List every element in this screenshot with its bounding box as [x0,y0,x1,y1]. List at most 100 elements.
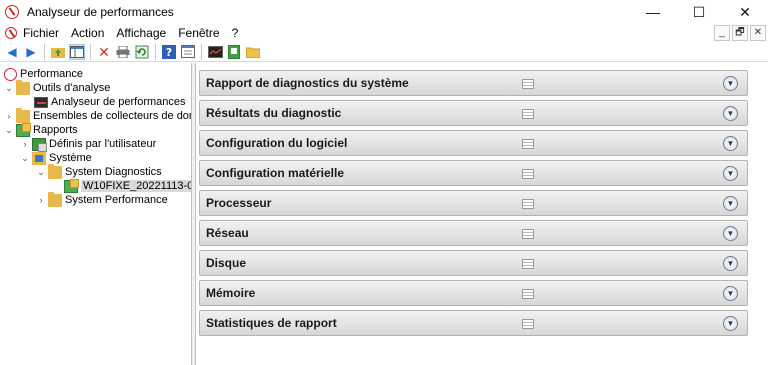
window-title: Analyseur de performances [27,5,174,19]
section-title: Rapport de diagnostics du système [206,76,409,90]
tree-label: Rapports [33,124,78,136]
chevron-down-icon[interactable]: ▼ [723,196,738,211]
chevron-right-icon[interactable]: › [20,139,30,149]
section-title: Mémoire [206,286,256,300]
monitor-icon[interactable] [207,44,223,60]
close-button[interactable]: ✕ [722,0,768,24]
maximize-button[interactable]: ☐ [676,0,722,24]
tree-item-system-performance[interactable]: › System Performance [36,191,168,207]
tree-label: Définis par l'utilisateur [49,138,157,150]
chevron-right-icon[interactable]: › [4,111,14,121]
menu-action[interactable]: Action [65,26,110,40]
section-statistiques-rapport[interactable]: Statistiques de rapport ▼ [199,310,748,336]
section-configuration-materielle[interactable]: Configuration matérielle ▼ [199,160,748,186]
up-folder-icon[interactable] [50,44,66,60]
toolbar-separator [44,43,45,60]
section-title: Disque [206,256,247,270]
chevron-down-icon[interactable]: ▼ [723,316,738,331]
forward-arrow-icon[interactable]: ▶ [23,44,39,60]
chevron-down-icon[interactable]: ▼ [723,106,738,121]
tree-label: System Diagnostics [65,166,162,178]
performance-monitor-app-icon [5,5,19,19]
report-content: Rapport de diagnostics du système ▼ Résu… [197,63,768,365]
delete-icon[interactable]: ✕ [96,44,112,60]
print-icon[interactable] [115,44,131,60]
tree-item-system-diagnostics[interactable]: ⌄ System Diagnostics [36,163,162,179]
chevron-down-icon[interactable]: ⌄ [20,153,30,164]
tree-item-ensembles[interactable]: › Ensembles de collecteurs de données [4,107,191,123]
back-arrow-icon[interactable]: ◀ [4,44,20,60]
section-reseau[interactable]: Réseau ▼ [199,220,748,246]
system-folder-icon [32,151,46,165]
tree-label: System Performance [65,194,168,206]
chevron-down-icon[interactable]: ▼ [723,136,738,151]
section-configuration-logiciel[interactable]: Configuration du logiciel ▼ [199,130,748,156]
system-menu-icon[interactable] [5,27,17,39]
section-title: Statistiques de rapport [206,316,337,330]
menu-help[interactable]: ? [226,26,245,40]
tree-item-analyseur[interactable]: Analyseur de performances [34,95,186,109]
chevron-down-icon[interactable]: ▼ [723,166,738,181]
chevron-down-icon[interactable]: ⌄ [36,167,46,178]
folder-icon [16,79,30,95]
menu-affichage[interactable]: Affichage [110,26,172,40]
folder-icon [48,191,62,207]
section-memoire[interactable]: Mémoire ▼ [199,280,748,306]
toolbar: ◀ ▶ ✕ ? [0,42,768,62]
tree-item-rapports[interactable]: ⌄ Rapports [4,122,78,137]
section-resultats-diagnostic[interactable]: Résultats du diagnostic ▼ [199,100,748,126]
report-icon[interactable] [226,44,242,60]
section-rapport-diagnostics[interactable]: Rapport de diagnostics du système ▼ [199,70,748,96]
tree-item-definis[interactable]: › Définis par l'utilisateur [20,137,157,152]
table-icon [522,199,534,209]
tree-item-outils[interactable]: ⌄ Outils d'analyse [4,79,110,95]
mdi-close-button[interactable]: ✕ [750,25,766,41]
mdi-minimize-button[interactable]: _ [714,25,730,41]
folder-icon[interactable] [245,44,261,60]
tree-item-report-selected[interactable]: W10FIXE_20221113-000001 [64,178,191,193]
mdi-restore-button[interactable]: 🗗 [732,25,748,41]
mdi-controls: _ 🗗 ✕ [714,25,766,41]
toolbar-separator [90,43,91,60]
chevron-down-icon[interactable]: ▼ [723,256,738,271]
table-icon [522,289,534,299]
table-icon [522,169,534,179]
tree-label: Ensembles de collecteurs de données [33,110,191,122]
chevron-down-icon[interactable]: ⌄ [4,125,14,136]
chevron-down-icon[interactable]: ▼ [723,286,738,301]
chevron-down-icon[interactable]: ▼ [723,76,738,91]
help-icon[interactable]: ? [161,44,177,60]
show-hide-tree-icon[interactable] [69,43,85,60]
table-icon [522,79,534,89]
section-title: Résultats du diagnostic [206,106,342,120]
tree-label: W10FIXE_20221113-000001 [81,180,191,192]
tree-item-performance[interactable]: Performance [4,67,83,81]
folder-icon [48,163,62,179]
section-title: Réseau [206,226,249,240]
report-icon [64,178,79,193]
reports-folder-icon [16,122,31,137]
toolbar-separator [201,43,202,60]
title-bar: Analyseur de performances — ☐ ✕ [0,0,768,24]
section-title: Configuration matérielle [206,166,345,180]
table-icon [522,109,534,119]
section-title: Configuration du logiciel [206,136,348,150]
menu-bar: Fichier Action Affichage Fenêtre ? _ 🗗 ✕ [0,24,768,42]
chevron-down-icon[interactable]: ⌄ [4,83,14,94]
tree-label: Analyseur de performances [51,96,186,108]
section-processeur[interactable]: Processeur ▼ [199,190,748,216]
properties-icon[interactable] [180,44,196,60]
toolbar-separator [155,43,156,60]
minimize-button[interactable]: — [630,0,676,24]
tree-item-systeme[interactable]: ⌄ Système [20,151,92,165]
table-icon [522,139,534,149]
menu-fichier[interactable]: Fichier [17,26,65,40]
performance-icon [4,67,17,81]
menu-fenetre[interactable]: Fenêtre [172,26,225,40]
table-icon [522,259,534,269]
section-disque[interactable]: Disque ▼ [199,250,748,276]
chevron-right-icon[interactable]: › [36,195,46,205]
pane-splitter[interactable] [192,63,196,365]
chevron-down-icon[interactable]: ▼ [723,226,738,241]
refresh-icon[interactable] [134,44,150,60]
